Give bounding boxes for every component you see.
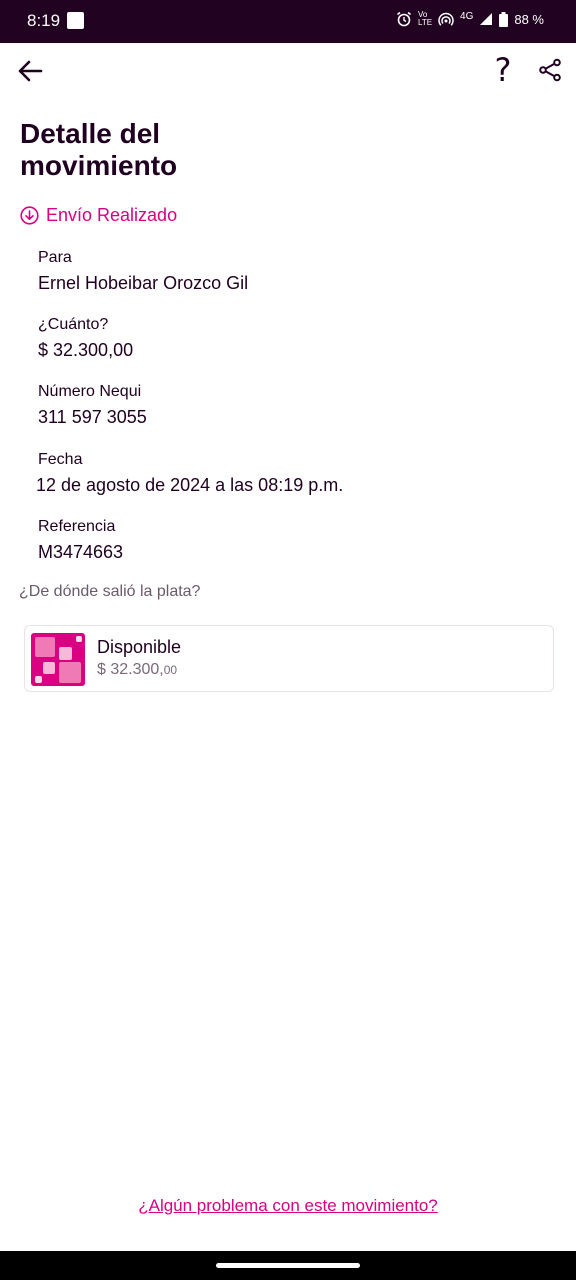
report-problem-link[interactable]: ¿Algún problema con este movimiento? xyxy=(0,1196,576,1216)
detail-amount: ¿Cuánto? $ 32.300,00 xyxy=(38,315,133,363)
account-balance-main: $ 32.300, xyxy=(97,661,164,678)
detail-value: Ernel Hobeibar Orozco Gil xyxy=(38,273,249,293)
share-icon xyxy=(539,58,561,82)
detail-label: Para xyxy=(38,249,72,266)
hotspot-icon xyxy=(438,12,454,26)
detail-date: Fecha 12 de agosto de 2024 a las 08:19 p… xyxy=(36,450,344,498)
signal-icon xyxy=(480,13,493,25)
detail-value: 12 de agosto de 2024 a las 08:19 p.m. xyxy=(36,475,344,495)
volte-icon: Vo LTE xyxy=(418,10,433,27)
transaction-status: Envío Realizado xyxy=(20,205,177,226)
help-button[interactable]: ? xyxy=(490,51,516,89)
arrow-left-icon xyxy=(18,60,43,82)
alarm-icon xyxy=(397,11,412,27)
account-name: Disponible xyxy=(97,637,182,657)
detail-label: Número Nequi xyxy=(38,383,142,400)
detail-label: Referencia xyxy=(38,518,116,535)
source-account-card: Disponible $ 32.300,00 xyxy=(24,625,554,692)
home-indicator[interactable] xyxy=(216,1263,360,1268)
nequi-logo-icon xyxy=(31,633,85,686)
detail-reference: Referencia M3474663 xyxy=(38,517,123,565)
notification-icon xyxy=(67,12,84,29)
detail-label: ¿Cuánto? xyxy=(38,316,109,333)
account-balance: $ 32.300,00 xyxy=(97,661,177,679)
page-title: Detalle del movimiento xyxy=(20,118,178,181)
detail-label: Fecha xyxy=(38,451,83,468)
back-button[interactable] xyxy=(14,55,46,87)
share-button[interactable] xyxy=(536,55,564,85)
detail-value: $ 32.300,00 xyxy=(38,340,134,360)
detail-recipient: Para Ernel Hobeibar Orozco Gil xyxy=(38,248,248,296)
status-bar: 8:19 Vo LTE 4G 88 % xyxy=(0,0,576,43)
status-icons: Vo LTE 4G 88 % xyxy=(396,11,544,27)
arrow-down-circle-icon xyxy=(20,206,39,225)
account-balance-cents: 00 xyxy=(163,663,178,677)
source-question: ¿De dónde salió la plata? xyxy=(19,583,201,600)
status-time: 8:19 xyxy=(27,11,61,30)
navigation-bar xyxy=(0,1251,576,1280)
detail-phone-number: Número Nequi 311 597 3055 xyxy=(38,382,147,430)
app-bar: ? xyxy=(0,43,576,99)
battery-percent: 88 % xyxy=(514,11,544,27)
detail-value: M3474663 xyxy=(38,542,124,562)
detail-value: 311 597 3055 xyxy=(38,407,147,427)
battery-icon xyxy=(499,11,509,27)
network-type: 4G xyxy=(460,10,474,22)
transaction-status-label: Envío Realizado xyxy=(46,205,178,225)
